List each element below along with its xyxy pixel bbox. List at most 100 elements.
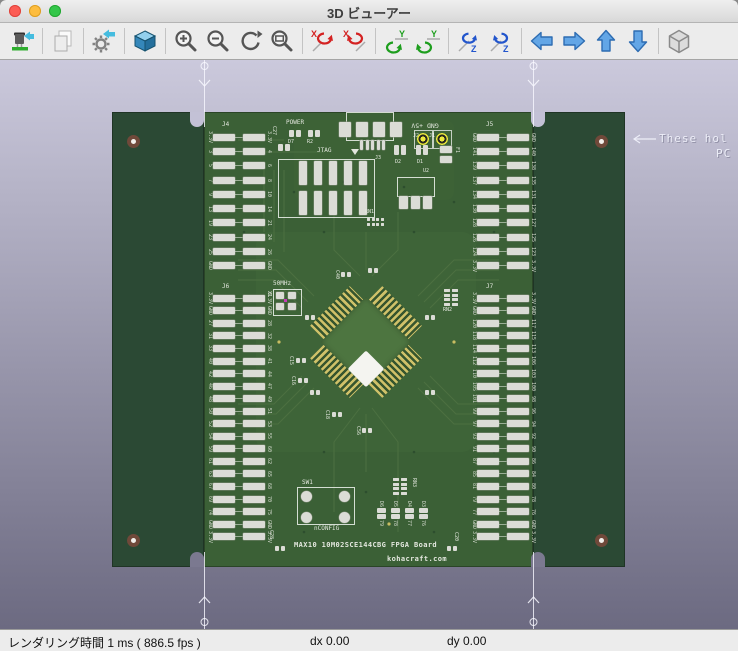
reload-board-button[interactable] [6, 25, 38, 57]
led-pads [391, 507, 400, 520]
pin-label: 3.3V [206, 531, 213, 543]
pin-row: 5 6 [206, 159, 272, 173]
pin-label: 55 [265, 433, 272, 439]
rotate-x-neg-button[interactable]: X [307, 25, 339, 57]
scene-annotation-line1: These hol [631, 132, 728, 145]
connector-j6: J6 3.3V 3.3V GND [206, 283, 272, 543]
render-3d-button[interactable] [129, 25, 161, 57]
pin-pad [507, 262, 529, 269]
move-up-button[interactable] [590, 25, 622, 57]
power-label: POWER [286, 120, 304, 126]
pin-pad [213, 191, 235, 198]
pin-label: GND [470, 306, 477, 315]
j2-pad [356, 122, 368, 137]
pin-label: 3.3V [470, 260, 477, 272]
zoom-in-button[interactable] [170, 25, 202, 57]
pin-label: 61 [206, 458, 213, 464]
pin-pad [213, 307, 235, 314]
zoom-out-button[interactable] [202, 25, 234, 57]
pin-pad [213, 445, 235, 452]
redraw-icon [237, 28, 263, 54]
led: D3 76 [418, 501, 428, 526]
pin-label: 98 [529, 396, 536, 402]
pin-label: GND [265, 520, 272, 529]
pin-label: 90 [529, 446, 536, 452]
led-pads [419, 507, 428, 520]
rotate-z-neg-button[interactable]: Z [453, 25, 485, 57]
pin-pad [507, 458, 529, 465]
pin-pad [213, 496, 235, 503]
pin-label: 77 [470, 509, 477, 515]
copy-image-icon [50, 28, 76, 54]
led-pin-number: 76 [420, 520, 426, 526]
pin-label: 115 [529, 331, 536, 340]
jtag-label: JTAG [317, 148, 331, 154]
r2-label: R2 [307, 140, 313, 145]
pin-row: GND GND [470, 518, 536, 531]
toolbar-separator [42, 28, 43, 54]
rotate-y-pos-button[interactable]: Y [412, 25, 444, 57]
pin-label: 110 [470, 369, 477, 378]
pin-label: 70 [265, 496, 272, 502]
pin-label: 49 [265, 396, 272, 402]
ortho-projection-button[interactable] [663, 25, 695, 57]
pin-pad [477, 332, 499, 339]
svg-text:X: X [311, 29, 317, 39]
pin-label: 67 [206, 483, 213, 489]
pin-pad [507, 191, 529, 198]
long-left-arrow-icon [631, 134, 657, 144]
pin-row: 19 21 [206, 216, 272, 230]
toolbar-separator [448, 28, 449, 54]
render-options-button[interactable] [88, 25, 120, 57]
pin-label: 76 [529, 509, 536, 515]
zoom-fit-button[interactable] [266, 25, 298, 57]
pin-label: 137 [470, 176, 477, 185]
pin-pad [243, 420, 265, 427]
pin-pad [213, 234, 235, 241]
c40-label: C40 [334, 270, 340, 279]
copy-image-button[interactable] [47, 25, 79, 57]
pin-label: 80 [529, 483, 536, 489]
pin-row: 134 131 [470, 187, 536, 201]
pin-pad [477, 433, 499, 440]
c16-label: C16 [290, 376, 296, 385]
toolbar-separator [302, 28, 303, 54]
pin-pad [477, 307, 499, 314]
sw1-pad [339, 491, 350, 502]
pin-label: GND [470, 133, 477, 142]
pin-pad [243, 307, 265, 314]
pin-pad [507, 332, 529, 339]
pin-pad [213, 408, 235, 415]
title-bar[interactable]: 3D ビューアー [0, 0, 738, 23]
rotate-y-neg-button[interactable]: Y [380, 25, 412, 57]
pin-label: 6 [265, 164, 272, 167]
redraw-button[interactable] [234, 25, 266, 57]
pin-label: 3.3V [265, 131, 272, 143]
pin-row: 137 135 [470, 173, 536, 187]
pin-pad [477, 345, 499, 352]
pin-label: 46 [206, 383, 213, 389]
pin-row: 31 32 [206, 330, 272, 343]
pin-pad [213, 134, 235, 141]
mounting-hole [595, 534, 608, 547]
pin-label: 38 [265, 345, 272, 351]
pin-label: 25 [206, 249, 213, 255]
pin-pad [507, 370, 529, 377]
3d-viewport[interactable]: POWER D7 R2 C27 J2 J1 GND +5V D2 D1 F1 U… [0, 60, 738, 629]
zoom-fit-icon [269, 28, 295, 54]
move-right-button[interactable] [558, 25, 590, 57]
pin-label: 140 [529, 147, 536, 156]
mounting-hole [127, 135, 140, 148]
move-down-button[interactable] [622, 25, 654, 57]
render-options-gear-icon [91, 28, 117, 54]
pin-label: 114 [470, 344, 477, 353]
pin-label: 3 [206, 150, 213, 153]
rotate-z-pos-button[interactable]: Z [485, 25, 517, 57]
pin-pad [243, 496, 265, 503]
rotate-x-cw-icon: X [342, 28, 368, 54]
toolbar: X X Y Y [0, 23, 738, 60]
pin-pad [243, 383, 265, 390]
pin-label: 10 [265, 191, 272, 197]
rotate-x-pos-button[interactable]: X [339, 25, 371, 57]
move-left-button[interactable] [526, 25, 558, 57]
